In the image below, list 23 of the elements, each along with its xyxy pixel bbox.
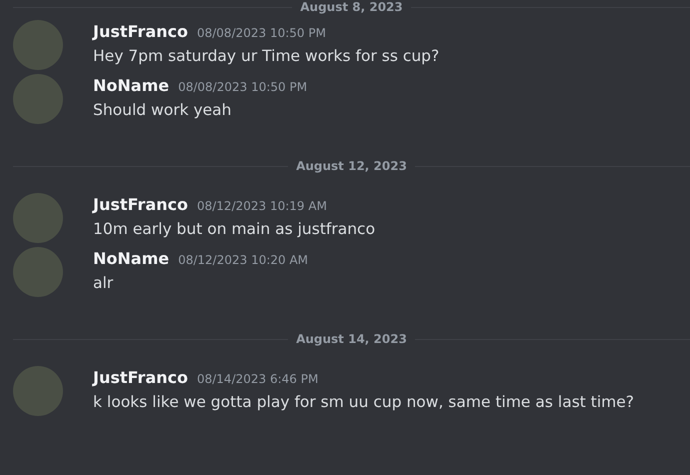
timestamp: 08/14/2023 6:46 PM — [196, 371, 318, 388]
timestamp: 08/12/2023 10:20 AM — [178, 252, 308, 269]
message-text: k looks like we gotta play for sm uu cup now, same time as last time? — [93, 392, 634, 413]
date-divider-label: August 8, 2023 — [299, 0, 404, 14]
message-text: Hey 7pm saturday ur Time works for ss cup? — [93, 46, 440, 67]
username[interactable]: JustFranco — [93, 366, 188, 390]
avatar[interactable] — [13, 193, 63, 243]
username[interactable]: JustFranco — [93, 193, 188, 217]
timestamp: 08/08/2023 10:50 PM — [178, 79, 308, 96]
message-text: alr — [93, 273, 114, 294]
avatar[interactable] — [13, 74, 63, 124]
timestamp: 08/12/2023 10:19 AM — [196, 198, 327, 215]
message-text: 10m early but on main as justfranco — [93, 219, 376, 240]
avatar[interactable] — [13, 20, 63, 70]
date-divider-label: August 12, 2023 — [295, 159, 408, 173]
timestamp: 08/08/2023 10:50 PM — [196, 25, 326, 42]
username[interactable]: NoName — [93, 74, 170, 98]
avatar[interactable] — [13, 366, 63, 416]
username[interactable]: NoName — [93, 247, 170, 271]
username[interactable]: JustFranco — [93, 20, 188, 44]
message-text: Should work yeah — [93, 100, 233, 121]
avatar[interactable] — [13, 247, 63, 297]
date-divider-label: August 14, 2023 — [295, 332, 408, 346]
